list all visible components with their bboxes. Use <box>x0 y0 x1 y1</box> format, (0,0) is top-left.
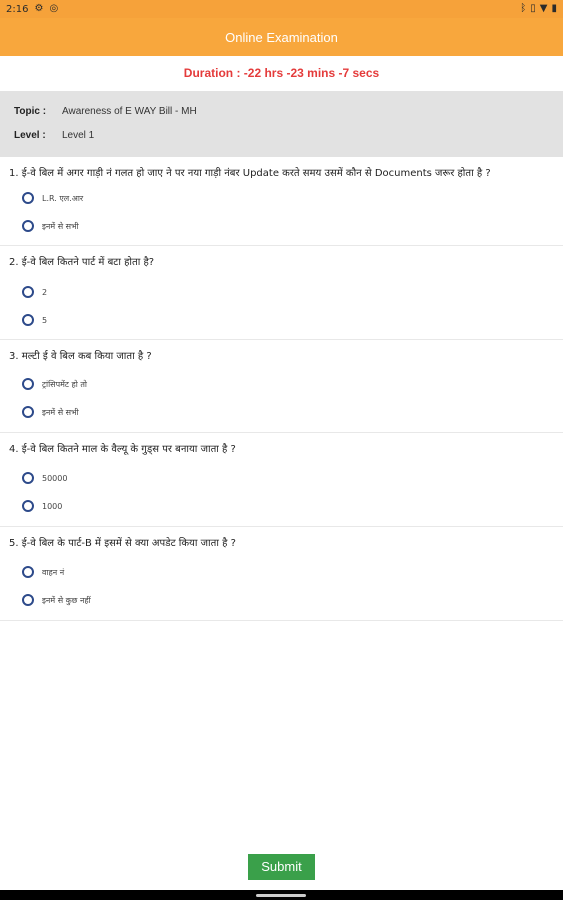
gear-icon: ⚙ <box>34 3 44 14</box>
radio-button-icon[interactable] <box>22 566 34 578</box>
question-text: 5. ई-वे बिल के पार्ट-B में इसमें से क्या… <box>9 538 236 549</box>
topic-label: Topic : <box>14 105 47 117</box>
radio-button-icon[interactable] <box>22 286 34 298</box>
option-1a[interactable]: L.R. एल.आर <box>22 191 83 205</box>
option-4b[interactable]: 1000 <box>22 499 62 513</box>
option-2b[interactable]: 5 <box>22 313 47 327</box>
bluetooth-icon: ᛒ <box>520 3 527 14</box>
option-label: L.R. एल.आर <box>42 193 84 203</box>
vibrate-icon: ▯ <box>530 3 536 14</box>
exam-info-panel: Topic : Awareness of E WAY Bill - MH Lev… <box>0 91 563 157</box>
question-text: 1. ई-वे बिल में अगर गाड़ी नं गलत हो जाए … <box>9 168 491 179</box>
home-gesture-handle[interactable] <box>256 894 306 897</box>
data-saver-icon: ◎ <box>49 3 59 14</box>
app-title: Online Examination <box>225 29 338 45</box>
radio-button-icon[interactable] <box>22 500 34 512</box>
question-5: 5. ई-वे बिल के पार्ट-B में इसमें से क्या… <box>0 527 563 621</box>
radio-button-icon[interactable] <box>22 220 34 232</box>
option-3b[interactable]: इनमें से सभी <box>22 405 79 419</box>
option-label: 2 <box>42 287 48 297</box>
option-label: इनमें से कुछ नहीं <box>42 595 91 605</box>
question-text: 2. ई-वे बिल कितने पार्ट में बटा होता है? <box>9 257 155 268</box>
footer-bar: Submit <box>0 843 563 890</box>
duration-timer: Duration : -22 hrs -23 mins -7 secs <box>0 56 563 90</box>
level-row: Level : Level 1 <box>14 128 549 142</box>
level-label: Level : <box>14 129 46 141</box>
submit-button[interactable]: Submit <box>248 853 315 880</box>
navigation-bar <box>0 890 563 900</box>
option-label: 50000 <box>42 473 68 483</box>
question-4: 4. ई-वे बिल कितने माल के वैल्यू के गुड्स… <box>0 433 563 527</box>
question-3: 3. मल्टी ई वे बिल कब किया जाता है ? ट्रा… <box>0 340 563 433</box>
option-5a[interactable]: वाहन नं <box>22 565 64 579</box>
topic-row: Topic : Awareness of E WAY Bill - MH <box>14 104 549 118</box>
option-2a[interactable]: 2 <box>22 285 47 299</box>
duration-text: Duration : -22 hrs -23 mins -7 secs <box>183 66 380 80</box>
option-label: 5 <box>42 315 48 325</box>
option-5b[interactable]: इनमें से कुछ नहीं <box>22 593 91 607</box>
option-label: 1000 <box>42 501 63 511</box>
option-label: ट्रांसिपमेंट हो तो <box>42 379 87 389</box>
app-bar: Online Examination <box>0 18 563 56</box>
radio-button-icon[interactable] <box>22 314 34 326</box>
option-3a[interactable]: ट्रांसिपमेंट हो तो <box>22 377 87 391</box>
status-bar: 2:16 ⚙ ◎ ᛒ ▯ ▼ ▮ <box>0 0 563 18</box>
option-1b[interactable]: इनमें से सभी <box>22 219 79 233</box>
radio-button-icon[interactable] <box>22 472 34 484</box>
option-label: इनमें से सभी <box>42 407 79 417</box>
question-text: 4. ई-वे बिल कितने माल के वैल्यू के गुड्स… <box>9 444 236 455</box>
option-label: वाहन नं <box>42 567 65 577</box>
option-label: इनमें से सभी <box>42 221 79 231</box>
question-1: 1. ई-वे बिल में अगर गाड़ी नं गलत हो जाए … <box>0 157 563 246</box>
radio-button-icon[interactable] <box>22 378 34 390</box>
question-text: 3. मल्टी ई वे बिल कब किया जाता है ? <box>9 351 152 362</box>
battery-icon: ▮ <box>551 3 557 14</box>
question-2: 2. ई-वे बिल कितने पार्ट में बटा होता है?… <box>0 246 563 340</box>
wifi-icon: ▼ <box>539 3 548 14</box>
radio-button-icon[interactable] <box>22 192 34 204</box>
status-time: 2:16 <box>6 3 29 15</box>
radio-button-icon[interactable] <box>22 406 34 418</box>
option-4a[interactable]: 50000 <box>22 471 67 485</box>
radio-button-icon[interactable] <box>22 594 34 606</box>
level-value: Level 1 <box>62 129 95 141</box>
topic-value: Awareness of E WAY Bill - MH <box>62 105 197 117</box>
